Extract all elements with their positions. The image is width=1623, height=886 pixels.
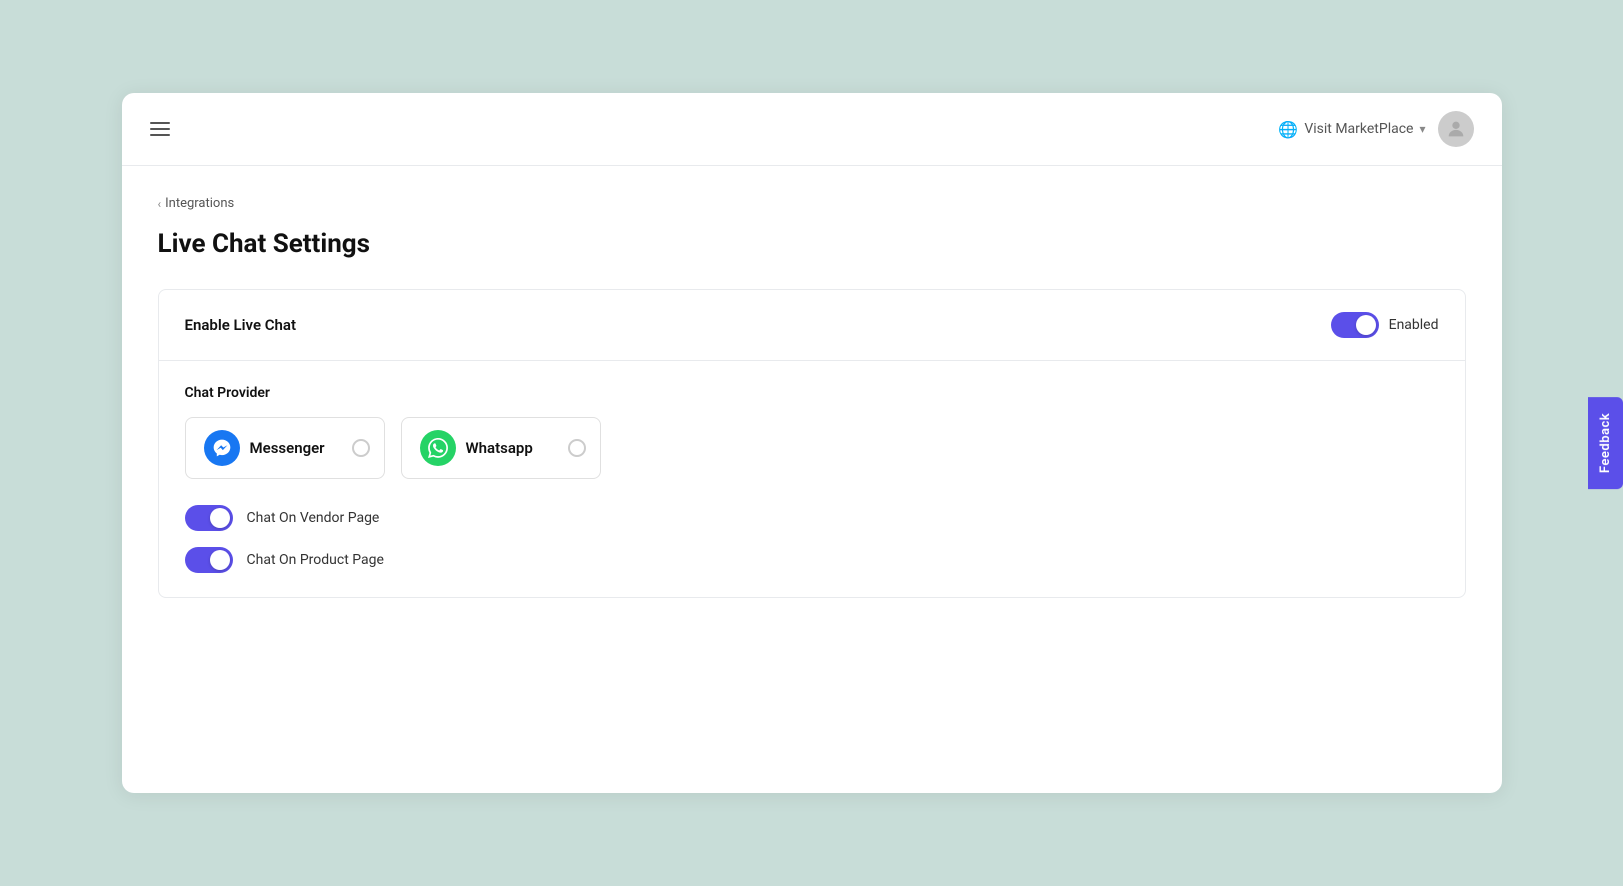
marketplace-label: Visit MarketPlace xyxy=(1304,121,1413,137)
header-left xyxy=(150,122,170,136)
breadcrumb-chevron-icon: ‹ xyxy=(158,197,162,211)
vendor-page-label: Chat On Vendor Page xyxy=(247,510,380,526)
breadcrumb-label: Integrations xyxy=(165,196,234,211)
enable-row-right: Enabled xyxy=(1331,312,1439,338)
marketplace-link[interactable]: 🌐 Visit MarketPlace ▾ xyxy=(1278,120,1425,139)
breadcrumb[interactable]: ‹ Integrations xyxy=(158,196,1466,211)
product-page-label: Chat On Product Page xyxy=(247,552,384,568)
header-right: 🌐 Visit MarketPlace ▾ xyxy=(1278,111,1473,147)
enable-live-chat-label: Enable Live Chat xyxy=(185,316,297,334)
provider-card-messenger[interactable]: Messenger xyxy=(185,417,385,479)
whatsapp-name: Whatsapp xyxy=(466,439,533,457)
enable-live-chat-status: Enabled xyxy=(1389,317,1439,333)
avatar[interactable] xyxy=(1438,111,1474,147)
page-title: Live Chat Settings xyxy=(158,229,1466,259)
chat-provider-title: Chat Provider xyxy=(185,385,1439,401)
enable-live-chat-row: Enable Live Chat Enabled xyxy=(159,290,1465,361)
main-container: 🌐 Visit MarketPlace ▾ ‹ Integrations Liv… xyxy=(122,93,1502,793)
chat-provider-section: Chat Provider Messenger xyxy=(159,361,1465,597)
product-page-toggle[interactable] xyxy=(185,547,233,573)
messenger-name: Messenger xyxy=(250,439,325,457)
vendor-page-toggle-row: Chat On Vendor Page xyxy=(185,505,1439,531)
toggle-slider xyxy=(1331,312,1379,338)
messenger-radio xyxy=(352,439,370,457)
vendor-page-toggle[interactable] xyxy=(185,505,233,531)
whatsapp-radio xyxy=(568,439,586,457)
hamburger-menu-icon[interactable] xyxy=(150,122,170,136)
messenger-icon xyxy=(204,430,240,466)
globe-icon: 🌐 xyxy=(1278,120,1298,139)
feedback-button[interactable]: Feedback xyxy=(1588,397,1623,489)
product-toggle-slider xyxy=(185,547,233,573)
header: 🌐 Visit MarketPlace ▾ xyxy=(122,93,1502,166)
provider-card-whatsapp[interactable]: Whatsapp xyxy=(401,417,601,479)
chevron-down-icon: ▾ xyxy=(1419,122,1425,136)
product-page-toggle-row: Chat On Product Page xyxy=(185,547,1439,573)
whatsapp-icon xyxy=(420,430,456,466)
enable-live-chat-toggle[interactable] xyxy=(1331,312,1379,338)
provider-options: Messenger Whatsapp xyxy=(185,417,1439,479)
vendor-toggle-slider xyxy=(185,505,233,531)
settings-card: Enable Live Chat Enabled Chat Provider xyxy=(158,289,1466,598)
content-area: ‹ Integrations Live Chat Settings Enable… xyxy=(122,166,1502,628)
